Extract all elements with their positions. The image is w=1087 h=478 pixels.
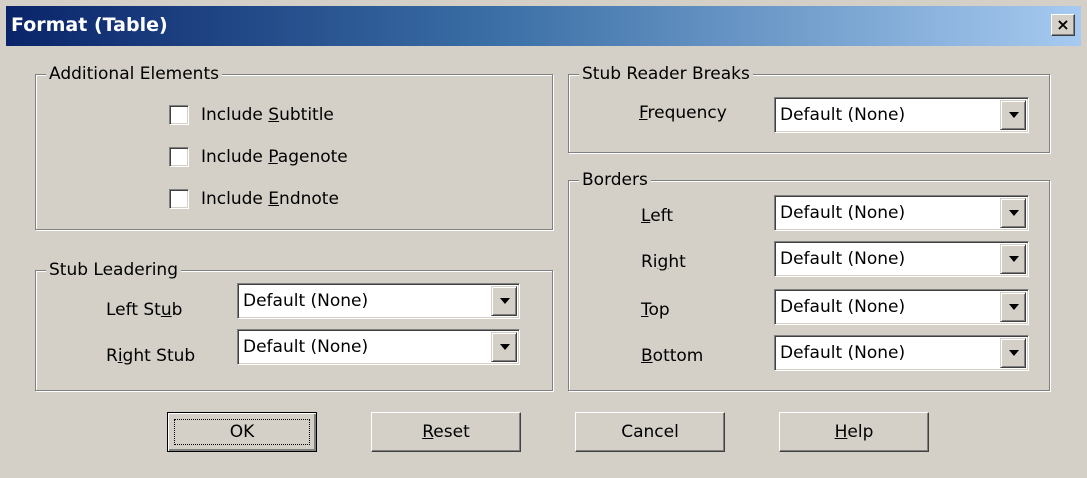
include-pagenote-checkbox[interactable]: [169, 147, 189, 167]
chevron-down-icon[interactable]: [1000, 292, 1026, 322]
include-endnote-label[interactable]: Include Endnote: [201, 188, 339, 210]
include-subtitle-label[interactable]: Include Subtitle: [201, 104, 334, 126]
left-stub-label: Left Stub: [106, 300, 183, 320]
chevron-down-icon[interactable]: [1000, 198, 1026, 228]
border-top-label: Top: [641, 300, 670, 320]
border-right-label: Right: [641, 252, 686, 272]
reset-button[interactable]: Reset: [371, 412, 521, 452]
border-left-value: Default (None): [780, 203, 906, 223]
help-button[interactable]: Help: [779, 412, 929, 452]
close-button[interactable]: ×: [1051, 14, 1075, 36]
right-stub-value: Default (None): [243, 337, 369, 357]
stub-leadering-legend: Stub Leadering: [46, 259, 182, 281]
border-bottom-label: Bottom: [641, 346, 704, 366]
stub-leadering-group: Stub Leadering Left Stub Default (None) …: [35, 259, 553, 391]
include-endnote-checkbox[interactable]: [169, 189, 189, 209]
chevron-down-icon[interactable]: [1000, 244, 1026, 274]
border-bottom-value: Default (None): [780, 343, 906, 363]
chevron-down-icon[interactable]: [491, 332, 517, 362]
frequency-value: Default (None): [780, 105, 906, 125]
stub-reader-breaks-legend: Stub Reader Breaks: [579, 63, 753, 85]
cancel-button[interactable]: Cancel: [575, 412, 725, 452]
frequency-select[interactable]: Default (None): [774, 97, 1029, 133]
include-subtitle-checkbox[interactable]: [169, 105, 189, 125]
borders-legend: Borders: [579, 169, 651, 191]
left-stub-value: Default (None): [243, 291, 369, 311]
format-table-dialog: Format (Table) × Additional Elements Inc…: [0, 0, 1087, 478]
window-title: Format (Table): [11, 14, 168, 36]
border-top-select[interactable]: Default (None): [774, 289, 1029, 325]
stub-reader-breaks-group: Stub Reader Breaks Frequency Default (No…: [568, 63, 1050, 153]
close-icon: ×: [1056, 15, 1070, 34]
title-bar[interactable]: Format (Table) ×: [6, 6, 1081, 46]
border-bottom-select[interactable]: Default (None): [774, 335, 1029, 371]
ok-button[interactable]: OK: [167, 412, 317, 452]
right-stub-label: Right Stub: [106, 346, 196, 366]
additional-elements-legend: Additional Elements: [46, 63, 222, 85]
chevron-down-icon[interactable]: [1000, 338, 1026, 368]
chevron-down-icon[interactable]: [491, 286, 517, 316]
border-left-label: Left: [641, 206, 673, 226]
border-left-select[interactable]: Default (None): [774, 195, 1029, 231]
left-stub-select[interactable]: Default (None): [237, 283, 520, 319]
right-stub-select[interactable]: Default (None): [237, 329, 520, 365]
border-right-value: Default (None): [780, 249, 906, 269]
chevron-down-icon[interactable]: [1000, 100, 1026, 130]
border-right-select[interactable]: Default (None): [774, 241, 1029, 277]
frequency-label: Frequency: [639, 103, 727, 123]
border-top-value: Default (None): [780, 297, 906, 317]
additional-elements-group: Additional Elements Include Subtitle Inc…: [35, 63, 553, 230]
include-pagenote-label[interactable]: Include Pagenote: [201, 146, 348, 168]
borders-group: Borders Left Default (None) Right Defaul…: [568, 169, 1050, 391]
